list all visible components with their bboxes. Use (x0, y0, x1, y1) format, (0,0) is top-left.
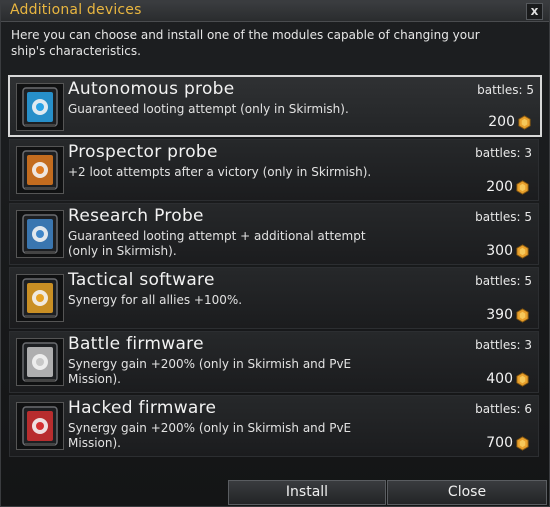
price-value: 700 (486, 435, 513, 451)
device-price: 200 (486, 179, 530, 195)
prospector-probe-icon (16, 146, 64, 194)
device-name: Tactical software (68, 270, 215, 290)
dialog-title: Additional devices (10, 2, 142, 18)
price-value: 200 (486, 179, 513, 195)
device-item[interactable]: Prospector probe +2 loot attempts after a… (9, 139, 539, 201)
device-description: +2 loot attempts after a victory (only i… (68, 165, 372, 179)
device-price: 390 (486, 307, 530, 323)
device-item[interactable]: Tactical software Synergy for all allies … (9, 267, 539, 329)
gold-coin-icon (517, 114, 532, 130)
price-value: 200 (488, 114, 515, 130)
additional-devices-dialog: Additional devices x Here you can choose… (0, 0, 550, 507)
device-name: Prospector probe (68, 142, 218, 162)
price-value: 390 (486, 307, 513, 323)
research-probe-icon (16, 210, 64, 258)
device-price: 400 (486, 371, 530, 387)
device-item[interactable]: Research Probe Guaranteed looting attempt… (9, 203, 539, 265)
price-value: 400 (486, 371, 513, 387)
battle-firmware-icon (16, 338, 64, 386)
device-name: Battle firmware (68, 334, 204, 354)
battles-count: battles: 3 (475, 338, 532, 352)
gold-coin-icon (515, 179, 530, 195)
gold-coin-icon (515, 307, 530, 323)
gold-coin-icon (515, 435, 530, 451)
device-name: Hacked firmware (68, 398, 217, 418)
price-value: 300 (486, 243, 513, 259)
gold-coin-icon (515, 371, 530, 387)
device-description: Guaranteed looting attempt (only in Skir… (68, 102, 349, 116)
close-button[interactable]: Close (387, 480, 547, 505)
device-description: Synergy gain +200% (only in Skirmish and… (68, 421, 352, 450)
battles-count: battles: 5 (475, 210, 532, 224)
device-description: Synergy for all allies +100%. (68, 293, 243, 307)
battles-count: battles: 5 (475, 274, 532, 288)
device-name: Autonomous probe (68, 79, 235, 99)
battles-count: battles: 5 (477, 83, 534, 97)
tactical-software-icon (16, 274, 64, 322)
device-price: 700 (486, 435, 530, 451)
device-description: Synergy gain +200% (only in Skirmish and… (68, 357, 352, 386)
battles-count: battles: 6 (475, 402, 532, 416)
device-item[interactable]: Autonomous probe Guaranteed looting attem… (8, 75, 542, 137)
close-icon[interactable]: x (526, 3, 543, 20)
intro-text: Here you can choose and install one of t… (11, 28, 480, 58)
hacked-firmware-icon (16, 402, 64, 450)
device-item[interactable]: Hacked firmware Synergy gain +200% (only … (9, 395, 539, 457)
battles-count: battles: 3 (475, 146, 532, 160)
device-price: 300 (486, 243, 530, 259)
device-item[interactable]: Battle firmware Synergy gain +200% (only … (9, 331, 539, 393)
autonomous-probe-icon (16, 83, 64, 131)
device-name: Research Probe (68, 206, 204, 226)
gold-coin-icon (515, 243, 530, 259)
device-price: 200 (488, 114, 532, 130)
device-description: Guaranteed looting attempt + additional … (68, 229, 366, 258)
install-button[interactable]: Install (228, 480, 386, 505)
title-bar: Additional devices x (1, 1, 549, 22)
